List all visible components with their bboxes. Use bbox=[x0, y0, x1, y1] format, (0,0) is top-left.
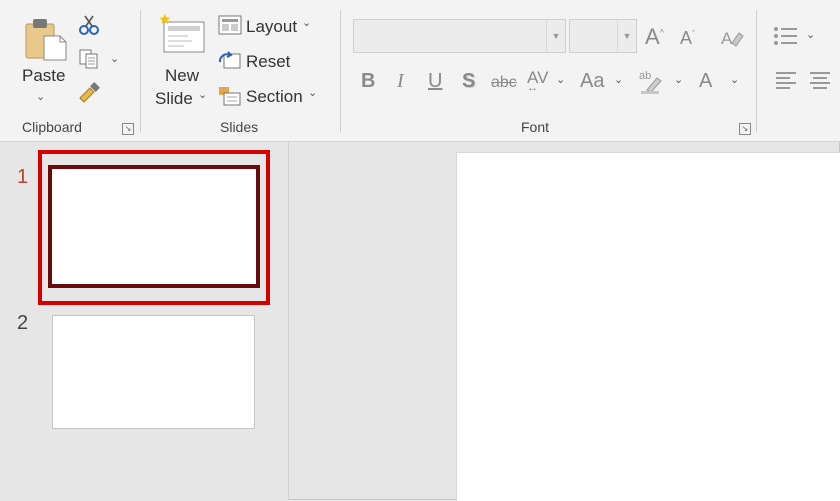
slides-group-label: Slides bbox=[220, 119, 259, 135]
bold-button[interactable]: B bbox=[361, 70, 375, 93]
font-color-button[interactable]: A bbox=[699, 70, 712, 93]
format-painter-icon[interactable] bbox=[76, 82, 102, 104]
separator bbox=[340, 10, 341, 132]
panel-divider[interactable] bbox=[288, 142, 289, 500]
bullets-icon[interactable] bbox=[773, 25, 799, 47]
slide-number: 1 bbox=[17, 166, 29, 188]
clipboard-group-label: Clipboard bbox=[22, 119, 82, 135]
section-icon[interactable] bbox=[218, 85, 242, 107]
slide-number: 2 bbox=[17, 312, 29, 334]
slide-thumbnail[interactable] bbox=[48, 165, 260, 288]
clear-formatting-icon[interactable]: A bbox=[720, 27, 744, 49]
new-slide-button-line2[interactable]: Slide bbox=[155, 89, 193, 109]
change-case-button[interactable]: Aa bbox=[580, 70, 604, 93]
paste-button[interactable]: Paste bbox=[22, 66, 65, 86]
separator bbox=[140, 10, 141, 132]
new-slide-dropdown-icon[interactable]: ⌄ bbox=[198, 88, 207, 101]
slide-canvas[interactable] bbox=[456, 152, 840, 501]
cut-icon[interactable] bbox=[78, 14, 100, 36]
font-name-combobox[interactable]: ▼ bbox=[353, 19, 566, 53]
font-launcher-icon[interactable]: ↘ bbox=[739, 123, 751, 135]
reset-button[interactable]: Reset bbox=[246, 52, 290, 72]
increase-font-size-icon[interactable]: A^ bbox=[645, 24, 664, 50]
strikethrough-button[interactable]: abc bbox=[491, 74, 517, 92]
text-shadow-button[interactable]: S bbox=[462, 70, 475, 93]
section-button[interactable]: Section bbox=[246, 87, 303, 107]
italic-button[interactable]: I bbox=[397, 70, 404, 93]
slide-thumbnail[interactable] bbox=[52, 315, 255, 429]
underline-button[interactable]: U bbox=[428, 70, 442, 93]
character-spacing-dropdown-icon[interactable]: ⌄ bbox=[556, 73, 565, 86]
svg-text:A: A bbox=[721, 29, 733, 48]
layout-button[interactable]: Layout bbox=[246, 17, 297, 37]
layout-dropdown-icon[interactable]: ⌄ bbox=[302, 16, 311, 29]
ribbon: Paste ⌄ ⌄ Clipboard ↘ New Slide ⌄ Layout… bbox=[0, 0, 840, 142]
copy-dropdown-icon[interactable]: ⌄ bbox=[110, 52, 119, 65]
highlight-dropdown-icon[interactable]: ⌄ bbox=[674, 73, 683, 86]
layout-icon[interactable] bbox=[218, 15, 242, 35]
copy-icon[interactable] bbox=[78, 48, 102, 70]
bullets-dropdown-icon[interactable]: ⌄ bbox=[806, 28, 815, 41]
font-group-label: Font bbox=[521, 119, 550, 135]
paste-dropdown-icon[interactable]: ⌄ bbox=[36, 90, 45, 103]
change-case-dropdown-icon[interactable]: ⌄ bbox=[614, 73, 623, 86]
decrease-font-size-icon[interactable]: Aˇ bbox=[680, 28, 695, 49]
svg-text:ab: ab bbox=[639, 70, 651, 82]
font-size-combobox[interactable]: ▼ bbox=[569, 19, 637, 53]
font-color-dropdown-icon[interactable]: ⌄ bbox=[730, 73, 739, 86]
separator bbox=[756, 10, 757, 132]
clipboard-launcher-icon[interactable]: ↘ bbox=[122, 123, 134, 135]
new-slide-button-line1[interactable]: New bbox=[165, 66, 199, 86]
new-slide-icon[interactable] bbox=[158, 12, 208, 56]
align-center-icon[interactable] bbox=[808, 70, 832, 92]
section-dropdown-icon[interactable]: ⌄ bbox=[308, 86, 317, 99]
highlight-icon[interactable]: ab bbox=[639, 68, 665, 94]
reset-icon[interactable] bbox=[218, 50, 242, 72]
align-left-icon[interactable] bbox=[774, 70, 798, 92]
spacing-arrow-icon: ↔ bbox=[527, 82, 538, 94]
paste-icon[interactable] bbox=[22, 14, 68, 62]
font-size-dropdown-icon[interactable]: ▼ bbox=[617, 20, 636, 52]
font-name-dropdown-icon[interactable]: ▼ bbox=[546, 20, 565, 52]
